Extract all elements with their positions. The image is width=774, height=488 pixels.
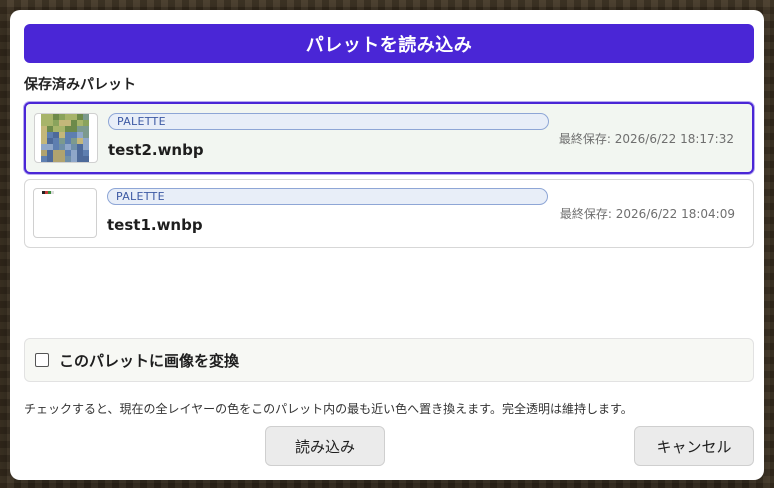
palette-type-tag: PALETTE xyxy=(108,113,549,130)
palette-thumbnail xyxy=(33,188,97,238)
palette-saved-at: 最終保存: 2026/6/22 18:17:32 xyxy=(558,132,734,146)
palette-file-name: test1.wnbp xyxy=(107,216,203,234)
thumbnail-pixel xyxy=(41,126,47,132)
thumbnail-pixel xyxy=(83,114,89,120)
palette-item-test2[interactable]: PALETTE test2.wnbp 最終保存: 2026/6/22 18:17… xyxy=(24,102,754,174)
thumbnail-pixel xyxy=(53,156,59,162)
thumbnail-pixel xyxy=(71,150,77,156)
thumbnail-pixel xyxy=(53,126,59,132)
palette-item-test1[interactable]: PALETTE test1.wnbp 最終保存: 2026/6/22 18:04… xyxy=(24,179,754,248)
thumbnail-pixel xyxy=(53,132,59,138)
thumbnail-pixel xyxy=(59,138,65,144)
thumbnail-pixel xyxy=(47,114,53,120)
convert-image-option[interactable]: このパレットに画像を変換 xyxy=(24,338,754,382)
thumbnail-pixel xyxy=(83,156,89,162)
thumbnail-pixel xyxy=(83,126,89,132)
thumbnail-pixel xyxy=(65,150,71,156)
thumbnail-pixel xyxy=(77,144,83,150)
thumbnail-pixel xyxy=(71,120,77,126)
thumbnail-pixel xyxy=(47,156,53,162)
thumbnail-pixel xyxy=(59,150,65,156)
saved-palettes-label: 保存済みパレット xyxy=(24,77,136,93)
thumbnail-pixel xyxy=(83,144,89,150)
thumbnail-pixel xyxy=(59,132,65,138)
thumbnail-pixel xyxy=(77,126,83,132)
thumbnail-pixel xyxy=(47,138,53,144)
thumbnail-pixel xyxy=(65,156,71,162)
thumbnail-pixel xyxy=(71,114,77,120)
thumbnail-pixel xyxy=(41,156,47,162)
thumbnail-pixel xyxy=(77,138,83,144)
thumbnail-pixel xyxy=(47,144,53,150)
thumbnail-pixel xyxy=(59,126,65,132)
thumbnail-pixel xyxy=(65,132,71,138)
thumbnail-pixel xyxy=(77,114,83,120)
thumbnail-pixel xyxy=(83,150,89,156)
thumbnail-pixel xyxy=(83,138,89,144)
thumbnail-pixel xyxy=(53,150,59,156)
thumbnail-pixel xyxy=(41,132,47,138)
thumbnail-pixel xyxy=(53,144,59,150)
thumbnail-pixel xyxy=(47,126,53,132)
thumbnail-pixel xyxy=(65,144,71,150)
thumbnail-pixel xyxy=(71,144,77,150)
thumbnail-pixel xyxy=(53,120,59,126)
thumbnail-pixel xyxy=(41,144,47,150)
convert-hint-text: チェックすると、現在の全レイヤーの色をこのパレット内の最も近い色へ置き換えます。… xyxy=(24,402,633,416)
palette-thumbnail xyxy=(34,113,98,163)
thumbnail-pixel xyxy=(71,132,77,138)
palette-file-name: test2.wnbp xyxy=(108,141,204,159)
dialog-title: パレットを読み込み xyxy=(24,24,754,63)
palette-list: PALETTE test2.wnbp 最終保存: 2026/6/22 18:17… xyxy=(24,102,754,253)
thumbnail-pixel xyxy=(53,114,59,120)
thumbnail-pixel xyxy=(47,132,53,138)
thumbnail-pixel xyxy=(77,132,83,138)
thumbnail-pixel xyxy=(59,144,65,150)
thumbnail-pixel xyxy=(83,132,89,138)
cancel-button[interactable]: キャンセル xyxy=(634,426,754,466)
thumbnail-pixel xyxy=(59,120,65,126)
palette-type-tag: PALETTE xyxy=(107,188,548,205)
thumbnail-pixel xyxy=(83,120,89,126)
thumbnail-pixel xyxy=(41,114,47,120)
thumbnail-pixel xyxy=(71,126,77,132)
thumbnail-pixel xyxy=(77,150,83,156)
pixel-image-thumbnail-icon xyxy=(41,114,89,162)
thumbnail-pixel xyxy=(53,138,59,144)
small-swatch-thumbnail-icon xyxy=(42,191,54,194)
thumbnail-pixel xyxy=(71,138,77,144)
convert-image-label[interactable]: このパレットに画像を変換 xyxy=(59,350,239,371)
convert-image-checkbox[interactable] xyxy=(35,353,49,367)
palette-saved-at: 最終保存: 2026/6/22 18:04:09 xyxy=(559,207,735,221)
thumbnail-pixel xyxy=(41,150,47,156)
thumbnail-pixel xyxy=(59,114,65,120)
thumbnail-pixel xyxy=(41,138,47,144)
thumbnail-pixel xyxy=(65,114,71,120)
load-palette-dialog: パレットを読み込み 保存済みパレット PALETTE test2.wnbp 最終… xyxy=(10,10,764,480)
thumbnail-pixel xyxy=(59,156,65,162)
thumbnail-pixel xyxy=(65,126,71,132)
thumbnail-pixel xyxy=(47,150,53,156)
thumbnail-pixel xyxy=(65,120,71,126)
thumbnail-pixel xyxy=(71,156,77,162)
thumbnail-pixel xyxy=(47,120,53,126)
thumbnail-pixel xyxy=(65,138,71,144)
thumbnail-pixel xyxy=(77,120,83,126)
thumbnail-pixel xyxy=(41,120,47,126)
thumbnail-pixel xyxy=(77,156,83,162)
load-button[interactable]: 読み込み xyxy=(265,426,385,466)
